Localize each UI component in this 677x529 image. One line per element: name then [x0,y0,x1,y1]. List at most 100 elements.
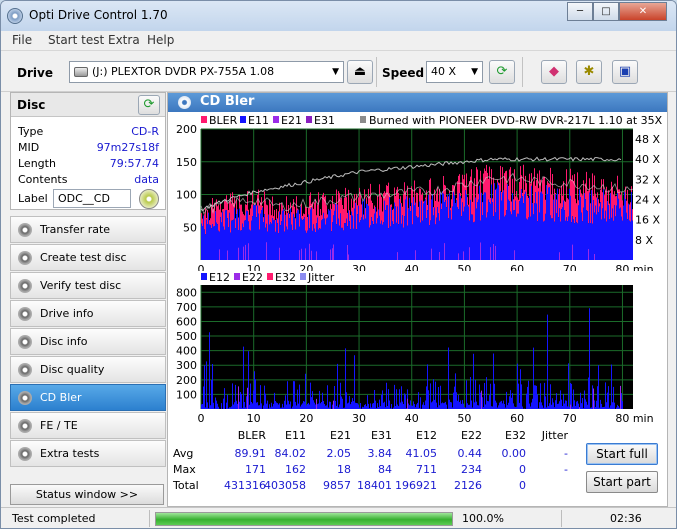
refresh-speed-button[interactable]: ⟳ [489,60,515,84]
menu-bar: File Start test Extra Help [1,31,676,51]
drive-select[interactable]: (J:) PLEXTOR DVDR PX-755A 1.08 ▼ [69,61,344,83]
x-tick-label: 10 [247,412,261,425]
minimize-button[interactable]: ─ [567,2,593,21]
window-title: Opti Drive Control 1.70 [29,8,168,22]
stats-cell: - [564,447,568,460]
nav-item-disc-quality[interactable]: Disc quality [10,356,166,383]
y-tick-label: 400 [176,345,197,358]
y-tick-label: 200 [176,123,197,136]
stats-header: Jitter [541,429,568,442]
eraser-icon: ◆ [549,64,559,79]
eject-button[interactable]: ⏏ [347,60,373,84]
nav-item-label: FE / TE [40,419,78,432]
y-tick-label: 50 [183,221,197,234]
drive-select-value: (J:) PLEXTOR DVDR PX-755A 1.08 [92,65,275,78]
disc-mid-value: 97m27s18f [96,141,159,154]
disc-label-icon[interactable] [139,189,159,209]
nav-item-transfer-rate[interactable]: Transfer rate [10,216,166,243]
status-window-button[interactable]: Status window >> [10,484,164,505]
stats-cell: 0 [519,479,526,492]
speed-label: Speed [382,66,425,80]
start-part-button[interactable]: Start part [586,471,658,493]
stats-cell: 196921 [395,479,437,492]
x-tick-label: 30 [352,412,366,425]
x-tick-label: 70 [563,412,577,425]
maximize-button[interactable]: □ [593,2,619,21]
disc-type-key: Type [18,125,44,138]
drive-toolbar: Drive (J:) PLEXTOR DVDR PX-755A 1.08 ▼ ⏏… [1,51,676,92]
menu-extra[interactable]: Extra [108,33,140,47]
stats-cell: 403058 [264,479,306,492]
disc-icon [18,363,32,377]
disc-icon [18,279,32,293]
y-tick-label: 700 [176,301,197,314]
nav-item-label: CD Bler [40,391,82,404]
disc-icon [18,419,32,433]
stats-cell: 84 [378,463,392,476]
disc-panel: Disc ⟳ Type CD-R MID 97m27s18f Length 79… [10,92,166,210]
menu-file[interactable]: File [12,33,32,47]
close-button[interactable]: ✕ [619,2,667,21]
menu-start-test[interactable]: Start test [48,33,104,47]
erase-button[interactable]: ◆ [541,60,567,84]
chevron-down-icon: ▼ [332,67,339,77]
menu-help[interactable]: Help [147,33,174,47]
refresh-disc-button[interactable]: ⟳ [138,95,160,115]
disc-label-field[interactable]: ODC__CD [53,189,131,208]
stats-header: BLER [237,429,266,442]
stats-cell: 18401 [357,479,392,492]
stats-header: E12 [416,429,437,442]
y-tick-label: 150 [176,156,197,169]
x-tick-label: 40 [405,412,419,425]
nav-item-label: Verify test disc [40,279,122,292]
y2-tick-label: 24 X [635,194,660,207]
progress-fill [156,513,452,525]
speed-select[interactable]: 40 X ▼ [426,61,483,83]
disc-icon [18,223,32,237]
nav-item-verify-test-disc[interactable]: Verify test disc [10,272,166,299]
disc-icon [18,391,32,405]
refresh-icon: ⟳ [143,97,155,112]
nav-item-fe-te[interactable]: FE / TE [10,412,166,439]
y2-tick-label: 8 X [635,234,653,247]
toolbar-separator [522,57,523,87]
bler-chart: 200150100500 10 20 30 40 50 60 70 80 min48 X40 X… [176,114,663,271]
disc-type-value: CD-R [131,125,159,138]
stats-header: E11 [285,429,306,442]
e12-chart: 800 700600 500 400300 2001000 10 20 30 40 50 60 70 8… [176,271,654,425]
nav-item-extra-tests[interactable]: Extra tests [10,440,166,467]
disc-icon [18,251,32,265]
y2-tick-label: 32 X [635,173,660,186]
panel-title: CD Bler [200,94,255,109]
save-button[interactable]: ▣ [612,60,638,84]
stats-cell: - [564,463,568,476]
legend-swatch [234,273,240,280]
app-window: Opti Drive Control 1.70 ─ □ ✕ File Start… [0,0,677,529]
legend-label: E11 [248,114,269,127]
nav-item-label: Extra tests [40,447,100,460]
cd-bler-panel: CD Bler 200 150 100 50 0 10 20 30 40 50 60 70 80 min… [167,92,668,507]
nav-item-drive-info[interactable]: Drive info [10,300,166,327]
nav-item-cd-bler[interactable]: CD Bler [10,384,166,411]
nav-item-create-test-disc[interactable]: Create test disc [10,244,166,271]
panel-header: CD Bler [168,93,667,112]
status-divider [561,510,562,527]
elapsed-time: 02:36 [610,512,642,525]
nav-item-label: Create test disc [40,251,127,264]
y2-tick-label: 16 X [635,214,660,227]
stats-header: E32 [505,429,526,442]
stats-cell: 2126 [454,479,482,492]
status-bar: Test completed 100.0% 02:36 [1,507,676,528]
progress-percent: 100.0% [462,512,504,525]
gear-icon: ✱ [583,64,595,79]
settings-button[interactable]: ✱ [576,60,602,84]
disc-label-key: Label [18,192,48,205]
nav-item-disc-info[interactable]: Disc info [10,328,166,355]
status-divider [149,510,150,527]
stats-cell: 3.84 [367,447,393,460]
legend-note: Burned with PIONEER DVD-RW DVR-217L 1.10… [369,114,663,127]
stats-cell: 162 [285,463,306,476]
start-full-button[interactable]: Start full [586,443,658,465]
nav-item-label: Disc quality [40,363,105,376]
stats-row-label: Max [173,463,196,476]
